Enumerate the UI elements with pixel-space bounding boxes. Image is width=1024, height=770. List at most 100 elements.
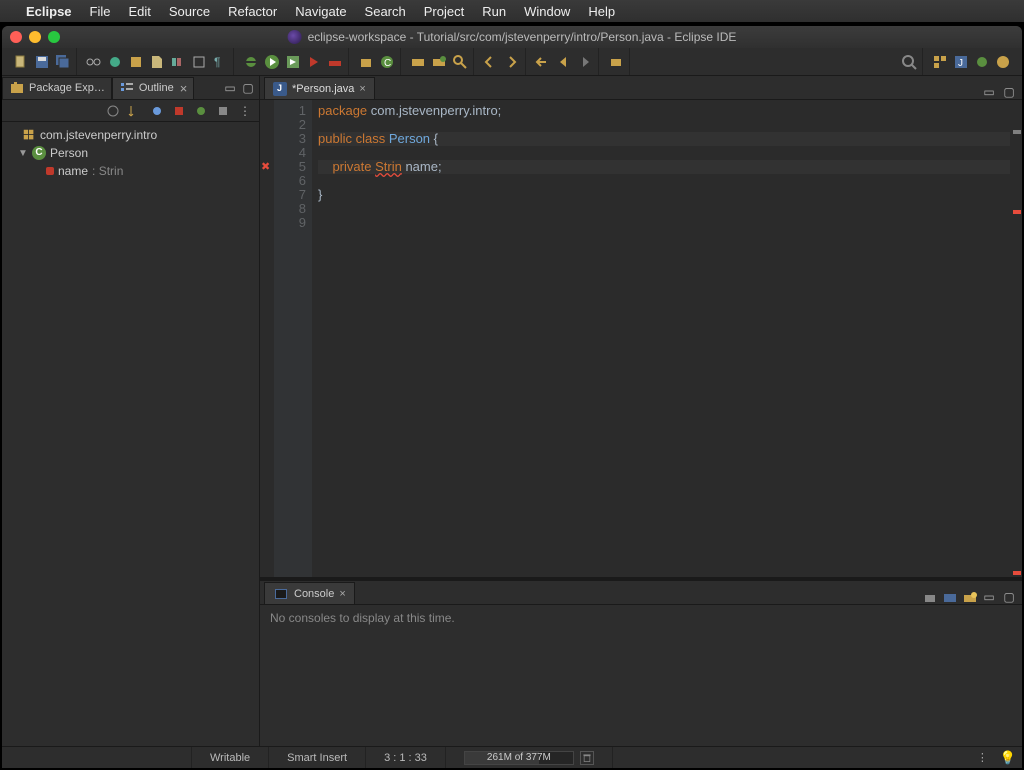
tab-package-explorer[interactable]: Package Exp… — [2, 77, 112, 99]
external-tools-button[interactable] — [326, 53, 344, 71]
window-zoom-button[interactable] — [48, 31, 60, 43]
open-perspective-button[interactable] — [931, 53, 949, 71]
forward-button[interactable] — [576, 53, 594, 71]
tree-class-row[interactable]: ▼ C Person — [2, 144, 259, 162]
menu-window[interactable]: Window — [524, 4, 570, 19]
toggle-mark-button[interactable] — [148, 53, 166, 71]
console-empty-message: No consoles to display at this time. — [270, 611, 455, 625]
status-menu-button[interactable]: ⋮ — [971, 751, 994, 764]
hide-nonpublic-button[interactable] — [193, 103, 209, 119]
new-package-button[interactable] — [357, 53, 375, 71]
git-perspective-button[interactable] — [994, 53, 1012, 71]
window-minimize-button[interactable] — [29, 31, 41, 43]
menu-eclipse[interactable]: Eclipse — [26, 4, 72, 19]
menu-source[interactable]: Source — [169, 4, 210, 19]
build-button[interactable] — [127, 53, 145, 71]
hide-local-button[interactable] — [215, 103, 231, 119]
coverage-button[interactable] — [169, 53, 187, 71]
menu-help[interactable]: Help — [588, 4, 615, 19]
search-button[interactable] — [451, 53, 469, 71]
minimize-view-button[interactable]: ▭ — [223, 81, 237, 95]
code-editor[interactable]: 123456789 package com.jstevenperry.intro… — [260, 100, 1022, 577]
hide-static-button[interactable] — [171, 103, 187, 119]
maximize-editor-button[interactable]: ▢ — [1002, 85, 1016, 99]
console-icon — [273, 586, 289, 602]
memory-bar[interactable]: 261M of 377M — [464, 751, 574, 765]
annotation-next-button[interactable] — [503, 53, 521, 71]
tab-console[interactable]: Console × — [264, 582, 355, 604]
focus-button[interactable] — [105, 103, 121, 119]
console-tabs: Console × ▭ ▢ — [260, 581, 1022, 605]
close-icon[interactable]: × — [339, 588, 345, 600]
new-class-button[interactable]: C — [378, 53, 396, 71]
menu-edit[interactable]: Edit — [128, 4, 150, 19]
status-cursor-pos: 3 : 1 : 33 — [366, 747, 446, 768]
show-whitespace-button[interactable]: ¶ — [211, 53, 229, 71]
editor-tab-person[interactable]: *Person.java × — [264, 77, 375, 99]
java-perspective-button[interactable]: J — [952, 53, 970, 71]
coverage-run-button[interactable] — [284, 53, 302, 71]
tip-button[interactable]: 💡 — [994, 750, 1022, 766]
run-button[interactable] — [263, 53, 281, 71]
status-insert-mode[interactable]: Smart Insert — [269, 747, 366, 768]
overview-ruler[interactable] — [1010, 100, 1022, 577]
annotation-prev-button[interactable] — [482, 53, 500, 71]
sort-button[interactable] — [127, 103, 143, 119]
menu-project[interactable]: Project — [424, 4, 464, 19]
pin-editor-button[interactable] — [607, 53, 625, 71]
outline-toolbar: ⋮ — [2, 100, 259, 122]
window-title: eclipse-workspace - Tutorial/src/com/jst… — [308, 30, 737, 44]
main-toolbar: ¶ C — [2, 48, 1022, 76]
close-icon[interactable]: × — [359, 83, 365, 95]
window-close-button[interactable] — [10, 31, 22, 43]
save-button[interactable] — [33, 53, 51, 71]
minimize-console-button[interactable]: ▭ — [982, 590, 996, 604]
line-gutter: 123456789 — [274, 100, 312, 577]
pin-console-button[interactable] — [922, 590, 936, 604]
status-bar: Writable Smart Insert 3 : 1 : 33 261M of… — [2, 746, 1022, 768]
gc-button[interactable] — [580, 751, 594, 765]
maximize-console-button[interactable]: ▢ — [1002, 590, 1016, 604]
console-body: No consoles to display at this time. — [260, 605, 1022, 746]
status-writable[interactable]: Writable — [192, 747, 269, 768]
display-console-button[interactable] — [942, 590, 956, 604]
expand-arrow-icon[interactable]: ▼ — [18, 148, 28, 159]
toggle-breadcrumb-button[interactable] — [85, 53, 103, 71]
menu-file[interactable]: File — [90, 4, 111, 19]
menu-search[interactable]: Search — [365, 4, 406, 19]
open-task-button[interactable] — [430, 53, 448, 71]
overview-bottom-mark[interactable] — [1013, 571, 1021, 575]
open-console-button[interactable] — [962, 590, 976, 604]
outline-tree: com.jstevenperry.intro ▼ C Person name :… — [2, 122, 259, 746]
tree-package-row[interactable]: com.jstevenperry.intro — [2, 126, 259, 144]
save-all-button[interactable] — [54, 53, 72, 71]
minimize-editor-button[interactable]: ▭ — [982, 85, 996, 99]
menu-run[interactable]: Run — [482, 4, 506, 19]
maximize-view-button[interactable]: ▢ — [241, 81, 255, 95]
package-explorer-icon — [9, 80, 25, 96]
view-menu-button[interactable]: ⋮ — [237, 103, 253, 119]
overview-mark[interactable] — [1013, 130, 1021, 134]
error-marker-icon[interactable] — [260, 160, 274, 174]
code-content[interactable]: package com.jstevenperry.intro; public c… — [312, 100, 1010, 577]
menu-refactor[interactable]: Refactor — [228, 4, 277, 19]
svg-text:C: C — [384, 58, 391, 69]
tab-outline[interactable]: Outline × — [112, 77, 194, 99]
debug-button[interactable] — [242, 53, 260, 71]
open-type-button[interactable] — [409, 53, 427, 71]
package-label: com.jstevenperry.intro — [40, 128, 157, 142]
overview-error-mark[interactable] — [1013, 210, 1021, 214]
eclipse-icon — [288, 30, 302, 44]
skip-breakpoints-button[interactable] — [106, 53, 124, 71]
close-icon[interactable]: × — [180, 81, 188, 96]
back-button[interactable] — [555, 53, 573, 71]
block-select-button[interactable] — [190, 53, 208, 71]
quick-access-button[interactable] — [900, 53, 918, 71]
run-last-button[interactable] — [305, 53, 323, 71]
last-edit-button[interactable] — [534, 53, 552, 71]
tree-field-row[interactable]: name : Strin — [2, 162, 259, 180]
menu-navigate[interactable]: Navigate — [295, 4, 346, 19]
debug-perspective-button[interactable] — [973, 53, 991, 71]
new-button[interactable] — [12, 53, 30, 71]
hide-fields-button[interactable] — [149, 103, 165, 119]
